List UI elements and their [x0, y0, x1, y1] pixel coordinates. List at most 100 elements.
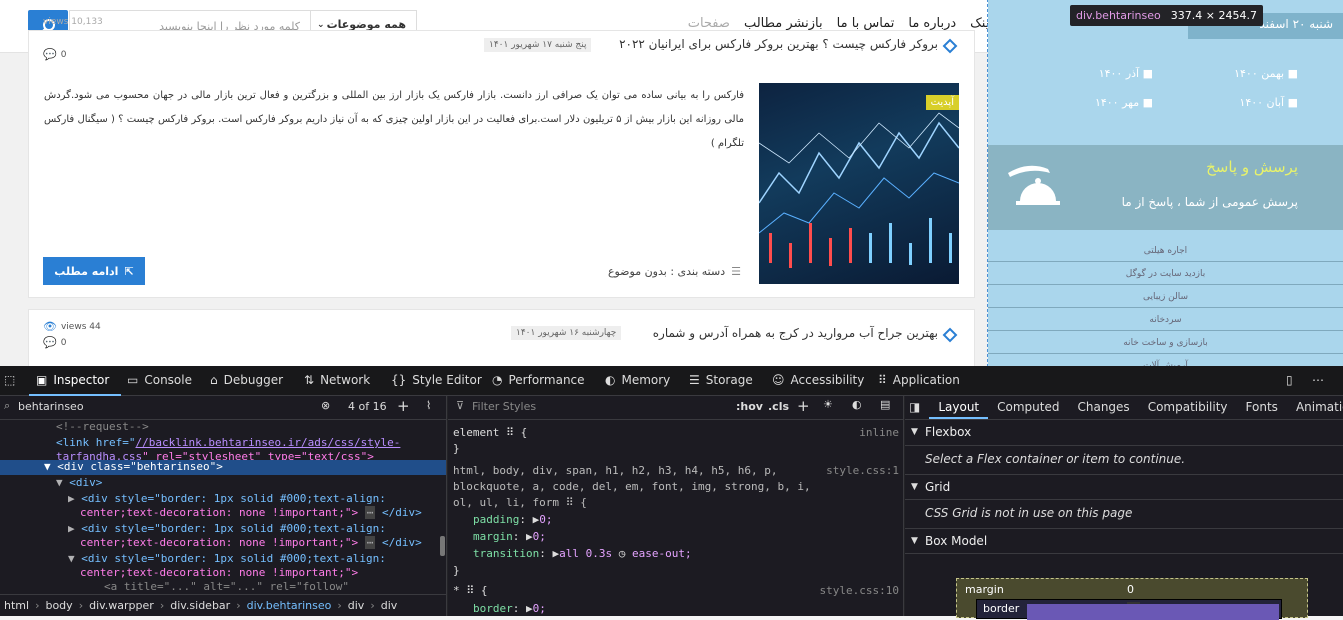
margin-label: margin	[965, 583, 1004, 596]
tab-compatibility[interactable]: Compatibility	[1139, 396, 1237, 419]
menu-item-contact[interactable]: تماس با ما	[837, 16, 895, 31]
breadcrumb-item[interactable]: div.sidebar	[170, 599, 230, 612]
tab-debugger[interactable]: ⌂ Debugger	[210, 373, 283, 387]
menu-item-pages[interactable]: صفحات	[688, 16, 730, 31]
devtools-toolbar: ⬚ ▣ Inspector ▭ Console ⌂ Debugger ⇅ Network…	[0, 366, 1343, 396]
box-model-diagram: margin 0 border 0	[956, 578, 1308, 620]
tab-performance[interactable]: ◔ Performance	[492, 373, 585, 387]
css-declaration[interactable]: padding: ▶0;	[473, 513, 552, 526]
breadcrumb-item[interactable]: div	[348, 599, 365, 612]
breadcrumb-item[interactable]: div.warpper	[89, 599, 154, 612]
css-declaration[interactable]: margin: ▶0;	[473, 530, 546, 543]
tab-console[interactable]: ▭ Console	[127, 373, 192, 387]
css-declaration[interactable]: border: ▶0;	[473, 602, 546, 615]
add-rule-icon[interactable]: +	[797, 397, 810, 415]
sidebar-link[interactable]: آرمیش آلات	[988, 355, 1343, 366]
eyedropper-icon[interactable]: ⌇	[426, 399, 431, 412]
flexbox-section[interactable]: ▼ Flexbox	[905, 420, 1343, 446]
html-node-anchor[interactable]: <a title="..." alt="..." rel="follow"	[104, 580, 349, 593]
html-link-node[interactable]: <link href="//backlink.behtarinseo.ir/ad…	[56, 436, 400, 449]
light-theme-icon[interactable]: ☀	[823, 398, 833, 411]
tab-fonts[interactable]: Fonts	[1237, 396, 1287, 419]
border-label: border	[983, 602, 1020, 615]
main-menu: بک لینک درباره ما تماس با ما بازنشر مطال…	[688, 16, 1013, 31]
box-model-section[interactable]: ▼ Box Model	[905, 528, 1343, 554]
read-more-button[interactable]: ادامه مطلب ⇱	[43, 257, 145, 285]
responsive-mode-icon[interactable]: ▯	[1286, 373, 1293, 387]
html-search-input[interactable]: behtarinseo	[18, 400, 84, 413]
css-declaration[interactable]: transition: ▶all 0.3s ◷ ease-out;	[473, 547, 692, 560]
tab-application[interactable]: ⠿ Application	[878, 373, 960, 387]
grid-message: CSS Grid is not in use on this page	[925, 506, 1133, 520]
inline-source: inline	[859, 426, 899, 439]
tab-accessibility[interactable]: ☺ Accessibility	[772, 373, 864, 387]
sidebar-link[interactable]: سالن زیبایی	[988, 286, 1343, 308]
html-comment: <!--request-->	[56, 420, 149, 433]
tab-storage[interactable]: ☰ Storage	[689, 373, 753, 387]
tab-computed[interactable]: Computed	[988, 396, 1068, 419]
breadcrumb-item[interactable]: body	[45, 599, 72, 612]
grid-section[interactable]: ▼ Grid	[905, 474, 1343, 500]
menu-lines-icon: ☰	[731, 265, 741, 278]
easing-icon[interactable]: ◷	[619, 547, 626, 560]
element-picker-icon[interactable]: ⬚	[4, 373, 15, 387]
search-icon: ⌕	[4, 399, 11, 412]
add-node-icon[interactable]: +	[397, 397, 410, 415]
html-node-div-cont: center;text-decoration: none !important;…	[80, 506, 422, 519]
rule-source-link[interactable]: style.css:10	[820, 584, 899, 597]
menu-item-about[interactable]: درباره ما	[908, 16, 956, 31]
margin-value[interactable]: 0	[1127, 583, 1134, 596]
archive-item[interactable]: ■ آبان ۱۴۰۰	[1239, 96, 1298, 109]
post-comments: 💬 0	[43, 48, 67, 61]
archive-item[interactable]: ■ مهر ۱۴۰۰	[1095, 96, 1153, 109]
rule-selector[interactable]: html, body, div, span, h1, h2, h3, h4, h…	[453, 464, 778, 477]
tab-memory[interactable]: ◐ Memory	[605, 373, 670, 387]
archive-item[interactable]: ■ بهمن ۱۴۰۰	[1234, 67, 1298, 80]
breadcrumb-item[interactable]: div.behtarinseo	[247, 599, 332, 612]
breadcrumb-item[interactable]: div	[381, 599, 398, 612]
post-excerpt: فارکس را به بیانی ساده می توان یک صرافی …	[44, 90, 744, 149]
more-options-icon[interactable]: ⋯	[1312, 373, 1324, 387]
tab-inspector[interactable]: ▣ Inspector	[36, 373, 109, 387]
toggle-pane-icon[interactable]: ◨	[905, 396, 929, 419]
breadcrumb-item[interactable]: html	[4, 599, 29, 612]
html-node-div[interactable]: ▼ <div>	[56, 476, 102, 489]
filter-icon: ⊽	[456, 399, 465, 412]
menu-item-republish[interactable]: بازنشر مطالب	[744, 16, 823, 31]
post-title[interactable]: بروکر فارکس چیست ؟ بهترین بروکر فارکس بر…	[619, 37, 938, 51]
markup-view: ⌕ behtarinseo ⊗ 4 of 16 + ⌇ <!--request-…	[0, 396, 447, 616]
rule-selector[interactable]: * ⠿ {	[453, 584, 488, 597]
element-rule[interactable]: element ⠿ {	[453, 426, 527, 439]
debugger-icon: ⌂	[210, 373, 218, 387]
archive-item[interactable]: ■ آذر ۱۴۰۰	[1099, 67, 1153, 80]
tab-animations[interactable]: Animations	[1287, 396, 1343, 419]
html-node-behtarinseo[interactable]: ▼ <div class="behtarinseo">	[44, 460, 223, 473]
dark-theme-icon[interactable]: ◐	[852, 398, 862, 411]
markup-scrollbar[interactable]	[440, 536, 445, 556]
filter-styles-input[interactable]: Filter Styles	[472, 400, 536, 413]
tab-layout[interactable]: Layout	[929, 396, 989, 419]
print-media-icon[interactable]: ▤	[880, 398, 890, 411]
clear-search-icon[interactable]: ⊗	[321, 399, 330, 412]
html-node-div[interactable]: ▶ <div style="border: 1px solid #000;tex…	[68, 522, 386, 535]
tab-network[interactable]: ⇅ Network	[304, 373, 370, 387]
post-title[interactable]: بهترین جراح آب مروارید در کرج به همراه آ…	[653, 326, 938, 340]
sidebar-link[interactable]: بازدید سایت در گوگل	[988, 263, 1343, 285]
sidebar-link[interactable]: اجاره هیلتی	[988, 240, 1343, 262]
html-node-div[interactable]: ▶ <div style="border: 1px solid #000;tex…	[68, 492, 386, 505]
sidebar-link[interactable]: سردخانه	[988, 309, 1343, 331]
html-node-div[interactable]: ▼ <div style="border: 1px solid #000;tex…	[68, 552, 386, 565]
sidebar-link[interactable]: بازسازی و ساخت خانه	[988, 332, 1343, 354]
share-icon: ⇱	[124, 264, 134, 278]
tab-style-editor[interactable]: {} Style Editor	[391, 373, 482, 387]
qa-banner[interactable]: پرسش و پاسخ پرسش عمومی از شما ، پاسخ از …	[988, 145, 1343, 230]
cls-button[interactable]: .cls	[768, 400, 789, 413]
post-thumbnail[interactable]: آپدیت	[759, 83, 959, 284]
eye-icon: 👁	[43, 320, 57, 333]
hov-button[interactable]: :hov	[736, 400, 763, 413]
highlighter-infobar: div.behtarinseo 337.4 × 2454.7	[1070, 5, 1263, 26]
inspector-icon: ▣	[36, 373, 48, 387]
rule-source-link[interactable]: style.css:1	[826, 464, 899, 477]
qa-subtitle: پرسش عمومی از شما ، پاسخ از ما	[1121, 195, 1298, 209]
tab-changes[interactable]: Changes	[1068, 396, 1138, 419]
